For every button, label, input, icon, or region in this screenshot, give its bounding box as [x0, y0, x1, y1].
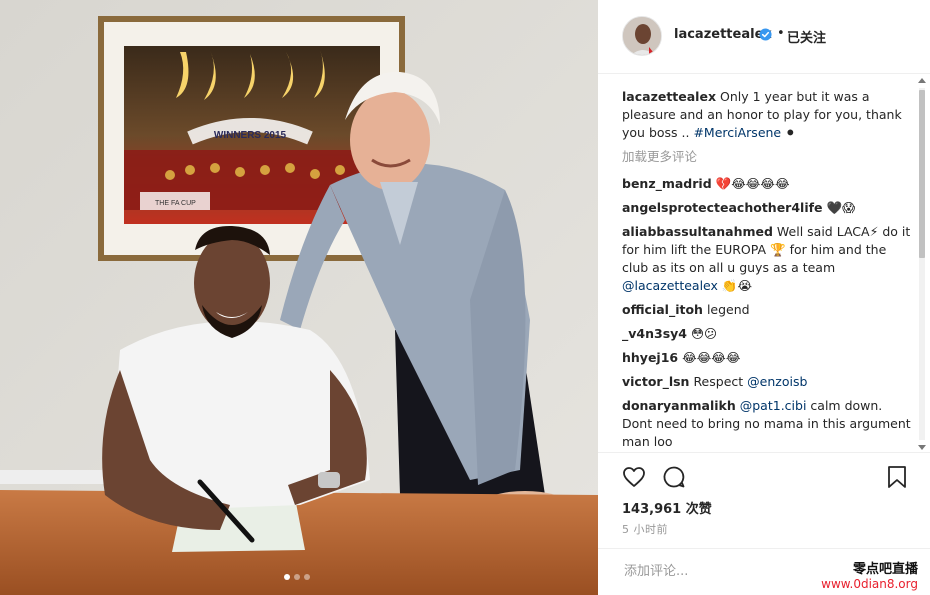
post-panel: lacazettealex • 已关注 lacazettealex Only 1… — [598, 0, 930, 595]
post-timestamp[interactable]: 5 小时前 — [622, 521, 668, 537]
carousel-dot[interactable] — [294, 574, 300, 580]
photo-illustration: WINNERS 2015 THE FA CUP — [0, 0, 598, 595]
scroll-down-arrow-icon[interactable] — [918, 445, 926, 450]
comment-username[interactable]: victor_lsn — [622, 374, 689, 389]
comment-item: _v4n3sy4 😳😕 — [622, 325, 912, 343]
comment-mention[interactable]: @lacazettealex — [622, 278, 718, 293]
carousel-dots — [284, 574, 310, 580]
post-actions: 143,961 次赞 5 小时前 — [598, 452, 930, 553]
comment-item: official_itoh legend — [622, 301, 912, 319]
poster-sub: THE FA CUP — [155, 200, 196, 207]
comment-mention[interactable]: @enzoisb — [747, 374, 807, 389]
comment-username[interactable]: angelsprotecteachother4life — [622, 200, 823, 215]
caption-hashtag[interactable]: #MerciArsene — [693, 125, 781, 140]
avatar-image — [623, 17, 661, 55]
scroll-thumb[interactable] — [919, 90, 925, 258]
header-username[interactable]: lacazettealex — [674, 27, 772, 42]
carousel-dot[interactable] — [304, 574, 310, 580]
comment-item: victor_lsn Respect @enzoisb — [622, 373, 912, 391]
separator-dot: • — [777, 26, 785, 41]
comment-username[interactable]: donaryanmalikh — [622, 398, 736, 413]
follow-status-button[interactable]: 已关注 — [787, 27, 826, 46]
comment-username[interactable]: hhyej16 — [622, 350, 678, 365]
comment-item: donaryanmalikh @pat1.cibi calm down. Don… — [622, 397, 912, 450]
watermark: 零点吧直播 www.0dian8.org — [821, 558, 918, 591]
watermark-url: www.0dian8.org — [821, 577, 918, 591]
comment-username[interactable]: benz_madrid — [622, 176, 712, 191]
comment-username[interactable]: _v4n3sy4 — [622, 326, 687, 341]
verified-badge-icon — [759, 28, 772, 41]
post-header: lacazettealex • 已关注 — [598, 0, 930, 74]
comment-text: 😂😂😂😂 — [682, 350, 741, 365]
comment-text: 🖤😱 — [826, 200, 856, 215]
comment-item: hhyej16 😂😂😂😂 — [622, 349, 912, 367]
load-more-comments[interactable]: 加载更多评论 — [622, 148, 912, 166]
watermark-name: 零点吧直播 — [852, 562, 918, 577]
comment-input[interactable] — [622, 559, 826, 583]
comment-item: benz_madrid 💔😂😂😂😂 — [622, 175, 912, 193]
avatar[interactable] — [622, 16, 662, 56]
heart-icon[interactable] — [622, 465, 646, 489]
scroll-up-arrow-icon[interactable] — [918, 78, 926, 83]
comment-mention[interactable]: @pat1.cibi — [740, 398, 807, 413]
comment-text: legend — [706, 302, 750, 317]
comment-bubble-icon[interactable] — [662, 465, 686, 489]
caption: lacazettealex Only 1 year but it was a p… — [622, 88, 912, 142]
bookmark-icon[interactable] — [886, 465, 908, 489]
post-photo[interactable]: WINNERS 2015 THE FA CUP — [0, 0, 598, 595]
comment-username[interactable]: aliabbassultanahmed — [622, 224, 773, 239]
comment-text: Respect — [693, 374, 744, 389]
comments-list: lacazettealex Only 1 year but it was a p… — [622, 88, 912, 450]
comment-item: angelsprotecteachother4life 🖤😱 — [622, 199, 912, 217]
comment-emoji: 👏😭 — [721, 278, 753, 293]
comment-text: 💔😂😂😂😂 — [715, 176, 790, 191]
poster-title: WINNERS 2015 — [214, 130, 287, 141]
comment-item: aliabbassultanahmed Well said LACA⚡ do i… — [622, 223, 912, 295]
caption-username[interactable]: lacazettealex — [622, 89, 716, 104]
like-count[interactable]: 143,961 次赞 — [622, 498, 712, 517]
carousel-dot[interactable] — [284, 574, 290, 580]
comments-scrollbar[interactable] — [916, 76, 928, 452]
comment-text: 😳😕 — [690, 326, 718, 341]
caption-emoji: ⚫ — [785, 125, 796, 140]
comment-username[interactable]: official_itoh — [622, 302, 703, 317]
